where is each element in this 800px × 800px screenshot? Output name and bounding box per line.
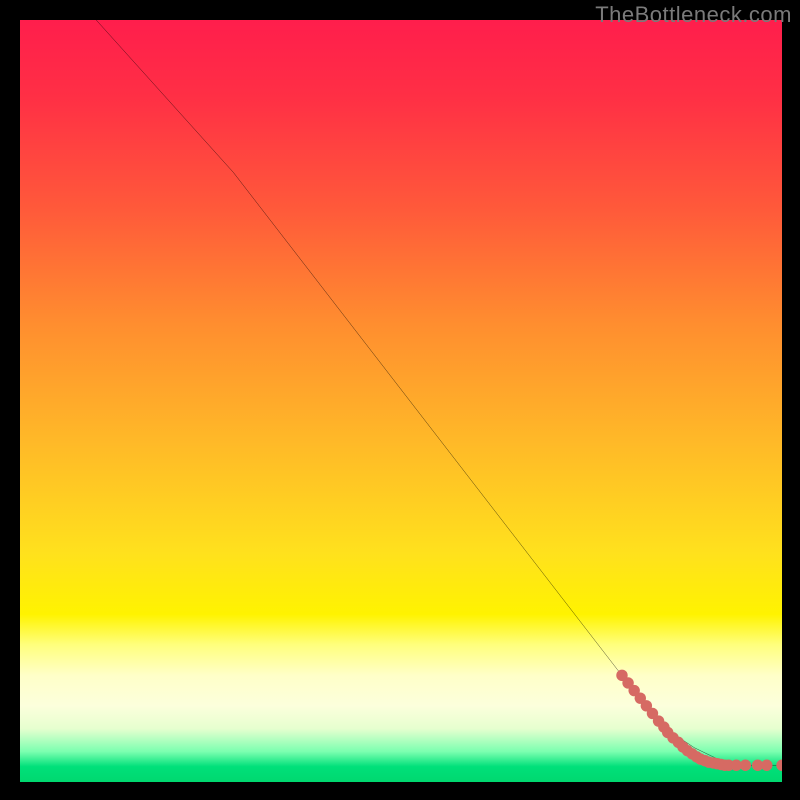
chart-point xyxy=(761,760,772,771)
chart-svg-layer xyxy=(20,20,782,782)
chart-line-series xyxy=(96,20,782,765)
chart-plot-area xyxy=(20,20,782,782)
chart-points-series xyxy=(616,670,782,771)
chart-line xyxy=(96,20,782,765)
chart-point xyxy=(776,760,782,771)
chart-point xyxy=(740,760,751,771)
attribution-text: TheBottleneck.com xyxy=(595,2,792,28)
